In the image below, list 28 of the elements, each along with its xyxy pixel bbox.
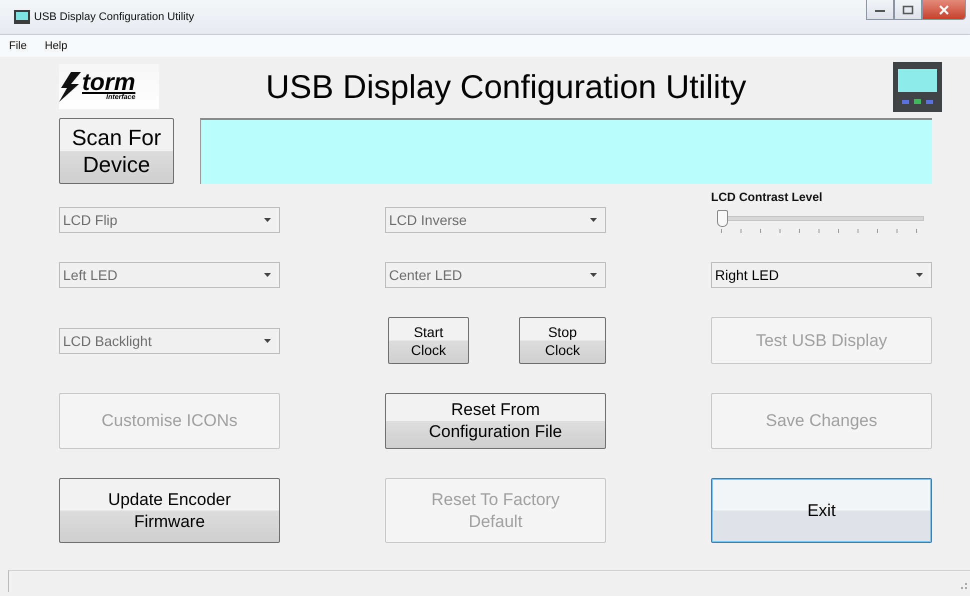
- action-button[interactable]: Reset From Configuration File: [385, 393, 606, 449]
- display-icon: [14, 10, 30, 24]
- window-title: USB Display Configuration Utility: [34, 11, 194, 23]
- caret-icon: [264, 218, 271, 222]
- caret-icon: [916, 273, 923, 277]
- caret-icon: [590, 273, 597, 277]
- close-button[interactable]: [922, 0, 966, 20]
- minimize-button[interactable]: [866, 0, 894, 20]
- caret-icon: [264, 273, 271, 277]
- clock-button[interactable]: Stop Clock: [519, 317, 606, 364]
- resize-grip-icon: [959, 581, 967, 589]
- menu-item[interactable]: Help: [42, 40, 70, 52]
- dropdown[interactable]: Right LED: [711, 262, 932, 288]
- slider-thumb[interactable]: [717, 210, 728, 227]
- slider-label: LCD Contrast Level: [711, 190, 824, 204]
- maximize-icon: [902, 4, 914, 14]
- contrast-slider[interactable]: [717, 210, 924, 227]
- caret-icon: [264, 338, 271, 342]
- action-button[interactable]: Exit: [711, 478, 932, 543]
- menu-item[interactable]: File: [6, 40, 30, 52]
- action-button[interactable]: Update Encoder Firmware: [59, 478, 280, 543]
- maximize-button[interactable]: [894, 0, 922, 20]
- caret-icon: [590, 218, 597, 222]
- scan-button[interactable]: Scan For Device: [59, 118, 174, 184]
- close-icon: [938, 4, 950, 14]
- clock-button[interactable]: Start Clock: [388, 317, 469, 364]
- display-icon: [893, 62, 942, 112]
- app-title: USB Display Configuration Utility: [264, 68, 748, 106]
